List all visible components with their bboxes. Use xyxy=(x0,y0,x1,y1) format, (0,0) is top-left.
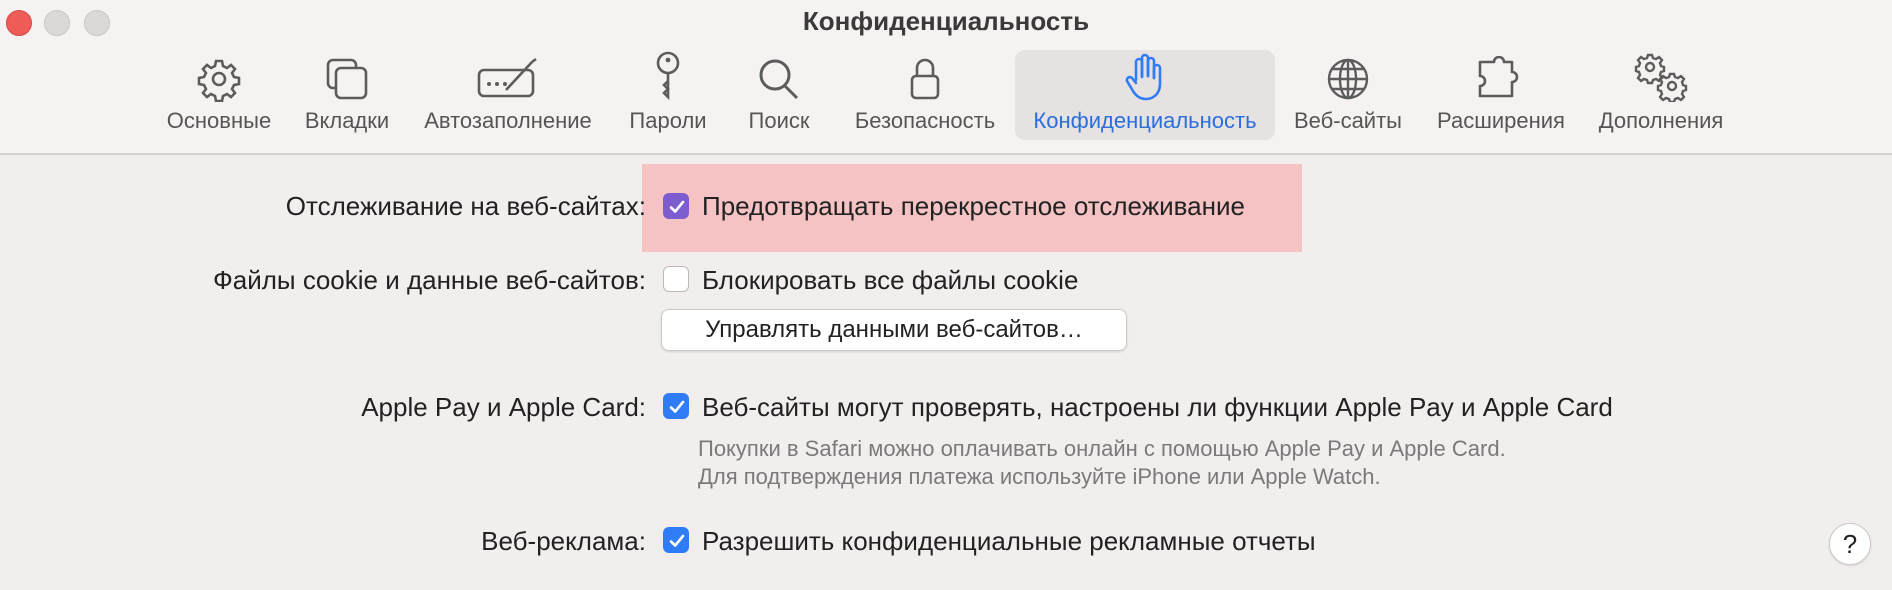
cookies-label: Файлы cookie и данные веб-сайтов: xyxy=(212,265,646,295)
key-icon xyxy=(651,50,685,102)
apple-pay-note-line2: Для подтверждения платежа используйте iP… xyxy=(698,464,1381,489)
private-ad-measurement-text[interactable]: Разрешить конфиденциальные рекламные отч… xyxy=(702,526,1316,557)
tab-extensions[interactable]: Расширения xyxy=(1426,50,1576,140)
tab-general[interactable]: Основные xyxy=(160,50,278,140)
tab-privacy[interactable]: Конфиденциальность xyxy=(1015,50,1275,140)
tab-label: Пароли xyxy=(629,108,707,133)
private-ad-measurement-checkbox[interactable] xyxy=(663,527,689,553)
puzzle-icon xyxy=(1476,50,1526,102)
tracking-label: Отслеживание на веб-сайтах: xyxy=(285,191,646,221)
globe-icon xyxy=(1326,50,1370,102)
lock-icon xyxy=(908,50,942,102)
tab-label: Автозаполнение xyxy=(424,108,592,133)
tab-advanced[interactable]: Дополнения xyxy=(1590,50,1732,140)
safari-settings-window: Конфиденциальность Основные Вкладки Авто… xyxy=(0,0,1892,590)
tab-search[interactable]: Поиск xyxy=(736,50,822,140)
tab-label: Безопасность xyxy=(854,108,996,133)
tab-label: Основные xyxy=(166,108,272,133)
checkmark-icon xyxy=(669,534,685,547)
apple-pay-text[interactable]: Веб-сайты могут проверять, настроены ли … xyxy=(702,392,1613,423)
tab-label: Расширения xyxy=(1437,108,1565,133)
hand-icon xyxy=(1125,50,1165,102)
tab-tabs[interactable]: Вкладки xyxy=(294,50,400,140)
toolbar: Конфиденциальность Основные Вкладки Авто… xyxy=(0,0,1892,155)
apple-pay-note-line1: Покупки в Safari можно оплачивать онлайн… xyxy=(698,436,1506,461)
manage-website-data-button[interactable]: Управлять данными веб-сайтов… xyxy=(661,309,1127,351)
tab-label: Вкладки xyxy=(304,108,390,133)
web-ads-label: Веб-реклама: xyxy=(481,526,646,556)
block-cookies-text[interactable]: Блокировать все файлы cookie xyxy=(702,265,1078,296)
help-button[interactable]: ? xyxy=(1829,523,1871,565)
tab-label: Поиск xyxy=(748,108,810,133)
tab-label: Веб-сайты xyxy=(1293,108,1402,133)
window-title: Конфиденциальность xyxy=(802,6,1090,36)
tab-passwords[interactable]: Пароли xyxy=(618,50,718,140)
checkmark-icon xyxy=(669,200,685,213)
tabs-icon xyxy=(324,50,370,102)
autofill-icon xyxy=(476,50,540,102)
tab-websites[interactable]: Веб-сайты xyxy=(1282,50,1414,140)
block-cookies-checkbox[interactable] xyxy=(663,266,689,292)
prevent-tracking-text[interactable]: Предотвращать перекрестное отслеживание xyxy=(702,191,1245,222)
apple-pay-label: Apple Pay и Apple Card: xyxy=(361,392,646,422)
prevent-tracking-checkbox[interactable] xyxy=(663,193,689,219)
apple-pay-checkbox[interactable] xyxy=(663,393,689,419)
tab-label: Конфиденциальность xyxy=(1033,108,1257,133)
gears-icon xyxy=(1633,50,1689,102)
tab-autofill[interactable]: Автозаполнение xyxy=(416,50,600,140)
checkmark-icon xyxy=(669,400,685,413)
gear-icon xyxy=(196,50,242,102)
tab-label: Дополнения xyxy=(1598,108,1724,133)
tab-security[interactable]: Безопасность xyxy=(842,50,1008,140)
search-icon xyxy=(757,50,801,102)
